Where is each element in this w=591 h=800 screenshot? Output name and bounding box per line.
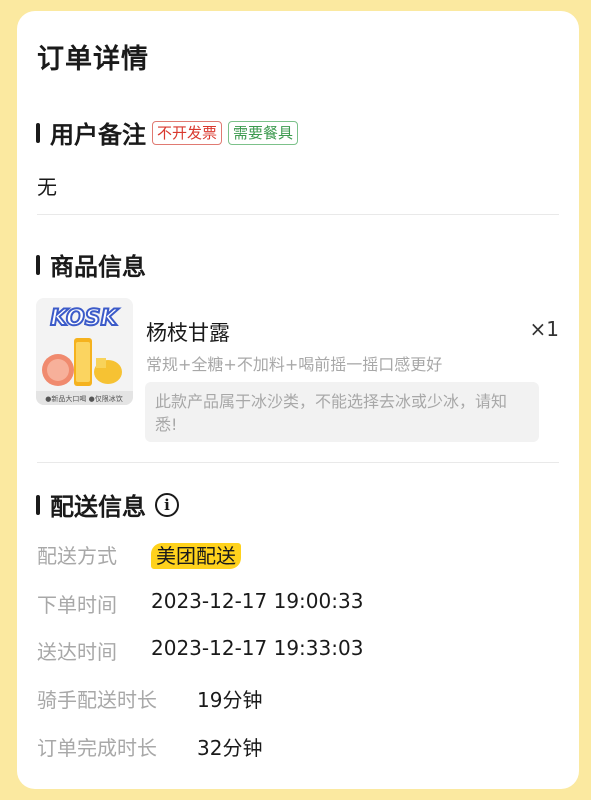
remarks-title: 用户备注 — [50, 121, 146, 149]
delivery-method-badge: 美团配送 — [151, 543, 241, 569]
delivery-method-label: 配送方式 — [37, 544, 117, 568]
divider — [37, 214, 559, 215]
delivered-time-label: 送达时间 — [37, 640, 117, 664]
product-note: 此款产品属于冰沙类，不能选择去冰或少冰，请知悉! — [145, 382, 539, 442]
product-image-label: ●新品大口喝 ●仅限冰饮 — [45, 394, 122, 403]
delivery-section-title: 配送信息 — [50, 493, 146, 521]
divider — [37, 462, 559, 463]
product-section-header: 商品信息 — [36, 247, 146, 282]
section-bar — [36, 494, 40, 515]
section-bar — [36, 254, 40, 275]
page-title: 订单详情 — [37, 44, 149, 75]
remark-content: 无 — [37, 175, 57, 199]
product-illustration: KOSK ●新品大口喝 ●仅限冰饮 — [36, 298, 133, 405]
no-invoice-tag: 不开发票 — [152, 120, 223, 145]
remarks-section-header: 用户备注 不开发票 需要餐具 — [36, 115, 299, 150]
product-name: 杨枝甘露 — [146, 321, 230, 345]
delivered-time-value: 2023-12-17 19:33:03 — [151, 636, 364, 660]
order-time-label: 下单时间 — [37, 593, 117, 617]
need-tableware-tag: 需要餐具 — [228, 120, 299, 145]
product-image[interactable]: KOSK ●新品大口喝 ●仅限冰饮 — [36, 298, 133, 405]
product-section-title: 商品信息 — [50, 253, 146, 281]
completion-duration-value: 32分钟 — [197, 736, 263, 760]
delivery-section-header: 配送信息 i — [36, 487, 179, 522]
info-icon[interactable]: i — [155, 492, 179, 517]
svg-text:KOSK: KOSK — [50, 306, 119, 331]
completion-duration-label: 订单完成时长 — [37, 736, 157, 760]
order-detail-card: 订单详情 用户备注 不开发票 需要餐具 无 商品信息 KOSK ●新品大口喝 ●… — [17, 11, 579, 789]
rider-duration-label: 骑手配送时长 — [37, 688, 157, 712]
order-time-value: 2023-12-17 19:00:33 — [151, 589, 364, 613]
delivery-method-value-wrap: 美团配送 — [151, 540, 241, 569]
product-spec: 常规+全糖+不加料+喝前摇一摇口感更好 — [146, 355, 443, 374]
rider-duration-value: 19分钟 — [197, 688, 263, 712]
product-quantity: ×1 — [529, 317, 559, 341]
section-bar — [36, 122, 40, 143]
